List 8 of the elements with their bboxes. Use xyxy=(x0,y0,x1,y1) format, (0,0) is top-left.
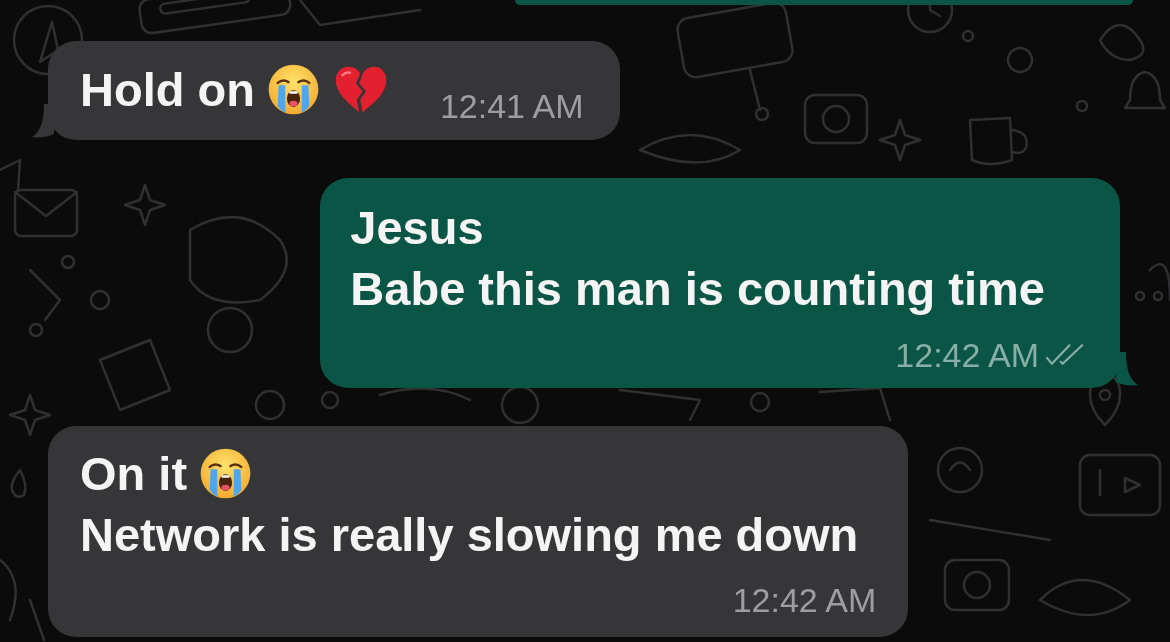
message-text: Jesus xyxy=(350,200,484,256)
message-time: 12:42 AM xyxy=(732,583,877,617)
message-text: Babe this man is counting time xyxy=(350,261,1045,317)
message-time: 12:42 AM xyxy=(895,338,1039,372)
message-time: 12:41 AM xyxy=(439,89,584,123)
message-text: Network is really slowing me down xyxy=(80,507,859,563)
message-text: Hold on xyxy=(80,67,255,112)
message-text: On it xyxy=(80,446,188,502)
